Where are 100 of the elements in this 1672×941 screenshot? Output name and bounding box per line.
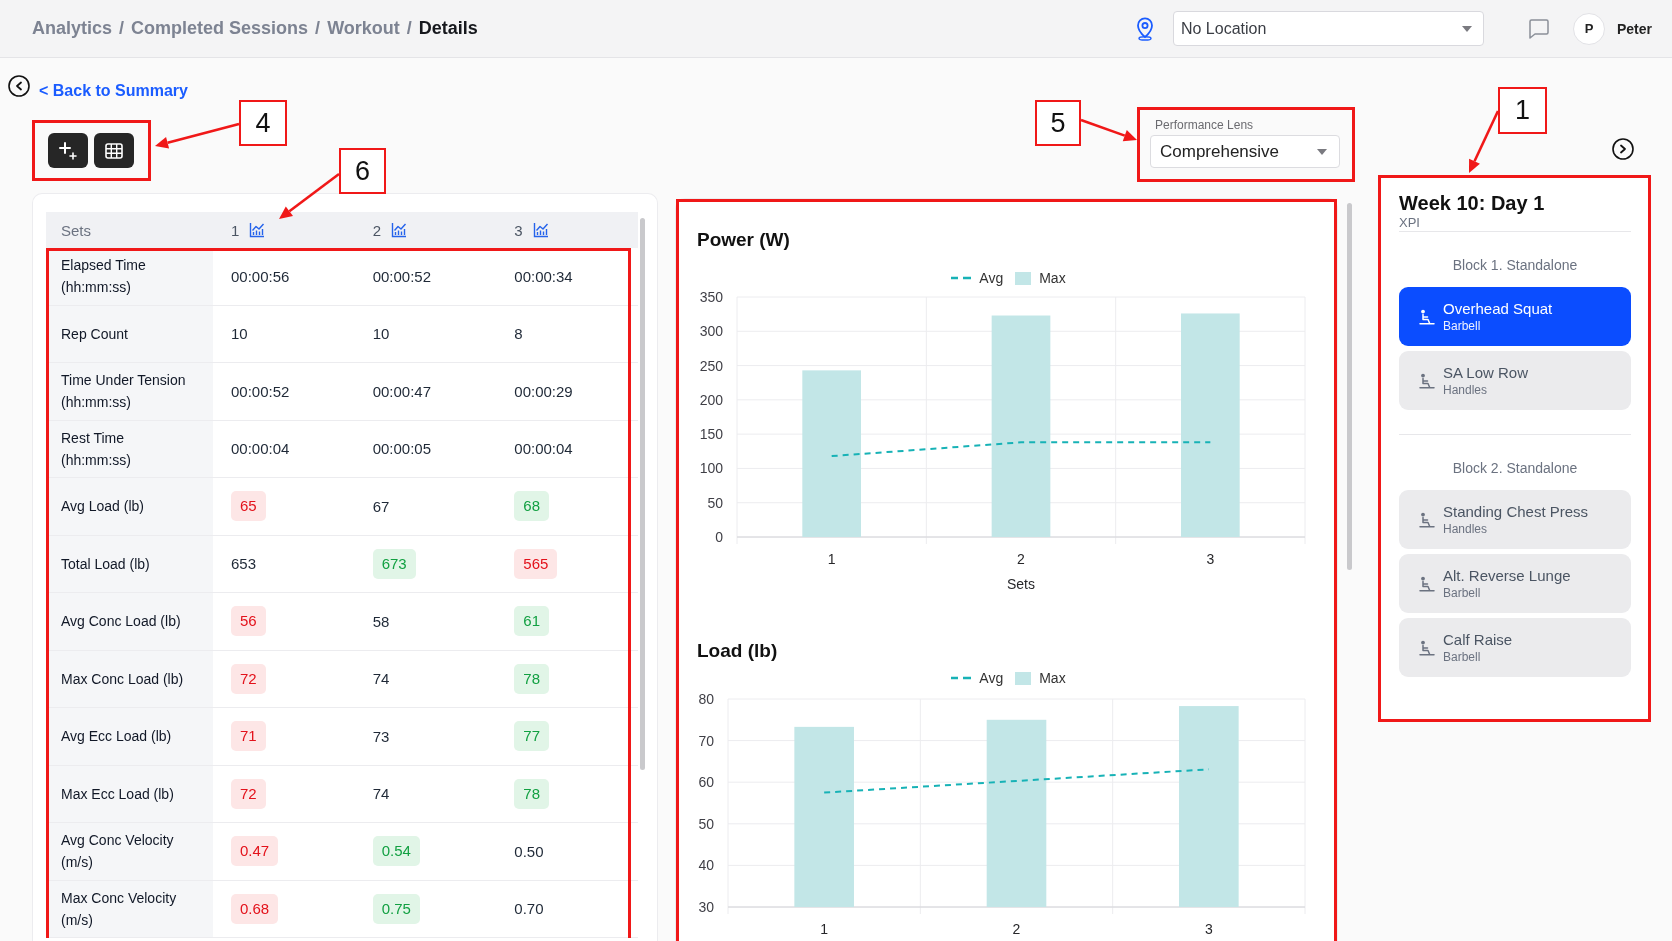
figure-icon — [1419, 639, 1435, 656]
axis-title: Sets — [1007, 576, 1035, 592]
callout-label: 5 — [1035, 100, 1081, 146]
row-header-cell: Rest Time (hh:mm:ss) — [46, 420, 213, 477]
legend-label: Max — [1039, 670, 1066, 686]
high-value-badge: 673 — [372, 548, 416, 579]
avatar[interactable]: P — [1572, 12, 1605, 45]
add-button[interactable] — [48, 133, 88, 168]
low-value-badge: 71 — [231, 721, 266, 752]
breadcrumb-separator: / — [406, 18, 412, 39]
row-header-cell: Avg Conc Load (lb) — [46, 593, 213, 650]
low-value-badge: 72 — [231, 778, 266, 809]
axis-label: 0 — [715, 529, 723, 545]
breadcrumb-separator: / — [315, 18, 321, 39]
table-cell: 00:00:04 — [514, 440, 573, 458]
axis-label: 50 — [707, 494, 723, 511]
table-cell: 00:00:29 — [514, 382, 573, 400]
high-value-badge: 0.54 — [372, 836, 420, 867]
high-value-badge: 78 — [514, 778, 549, 809]
lens-select[interactable]: Comprehensive — [1150, 135, 1340, 168]
scrollbar-thumb[interactable] — [640, 218, 645, 770]
axis-label: 60 — [698, 774, 714, 791]
caret-down-icon — [1461, 25, 1472, 32]
low-value-badge: 65 — [231, 491, 266, 522]
breadcrumb-link[interactable]: Workout — [327, 18, 400, 39]
axis-label: 150 — [699, 426, 723, 443]
caret-down-icon — [1317, 148, 1327, 155]
circle-chevron-right-icon[interactable] — [1612, 138, 1634, 160]
location-select[interactable]: No Location — [1172, 11, 1484, 46]
table-cell: 67 — [372, 497, 390, 515]
axis-label: 3 — [1204, 921, 1213, 937]
chart-title: Power (W) — [697, 228, 790, 252]
circle-chevron-left-icon[interactable] — [8, 75, 30, 97]
row-header-cell: Avg Load (lb) — [46, 478, 213, 535]
axis-label: 2 — [1012, 921, 1021, 937]
breadcrumb-link[interactable]: Analytics — [32, 18, 113, 39]
axis-label: 80 — [698, 692, 714, 707]
table-cell: 0.50 — [514, 842, 544, 860]
workout-subtitle: XPI — [1399, 215, 1421, 231]
callout-label: 6 — [339, 148, 386, 194]
table-cell: 74 — [372, 670, 390, 688]
high-value-badge: 0.75 — [372, 893, 420, 924]
axis-label: 30 — [698, 899, 714, 915]
user-name: Peter — [1616, 20, 1652, 37]
table-cell: 0.70 — [514, 900, 544, 918]
table-cell: 74 — [372, 785, 390, 803]
back-link[interactable]: < Back to Summary — [39, 81, 188, 101]
table-cell: 10 — [231, 325, 248, 343]
axis-label: 1 — [827, 551, 836, 567]
table-cell: 10 — [372, 325, 390, 343]
axis-label: 2 — [1017, 551, 1025, 567]
high-value-badge: 68 — [514, 491, 549, 522]
legend-label: Avg — [979, 270, 1004, 286]
low-value-badge: 72 — [231, 663, 266, 694]
block-title: Block 1. Standalone — [1452, 256, 1578, 274]
workout-title: Week 10: Day 1 — [1399, 191, 1546, 215]
row-header-cell: Max Conc Load (lb) — [46, 650, 213, 707]
table-button[interactable] — [94, 133, 134, 168]
table-cell: 8 — [514, 325, 523, 343]
axis-label: 100 — [699, 460, 723, 477]
callout-label: 1 — [1498, 87, 1547, 134]
scrollbar-thumb[interactable] — [1347, 203, 1352, 570]
axis-label: 70 — [698, 732, 714, 749]
exercise-item[interactable]: SA Low Row Handles — [1399, 351, 1631, 410]
field-label: Performance Lens — [1155, 118, 1255, 132]
table-icon — [105, 141, 123, 160]
chart-icon[interactable] — [532, 222, 549, 238]
exercise-item[interactable]: Alt. Reverse Lunge Barbell — [1399, 554, 1631, 613]
figure-icon — [1419, 372, 1435, 389]
high-value-badge: 61 — [514, 606, 549, 637]
axis-label: 250 — [699, 357, 723, 374]
row-header-cell: Total Load (lb) — [46, 535, 213, 592]
figure-icon — [1419, 511, 1435, 528]
row-header-cell: Time Under Tension (hh:mm:ss) — [46, 363, 213, 420]
column-header: Sets — [61, 221, 91, 239]
chart-icon[interactable] — [391, 222, 407, 238]
low-value-badge: 565 — [514, 548, 558, 579]
low-value-badge: 0.68 — [231, 893, 279, 924]
table-cell: 00:00:34 — [514, 267, 573, 285]
table-cell: 00:00:52 — [372, 267, 432, 285]
axis-label: 40 — [698, 857, 714, 874]
breadcrumb-separator: / — [119, 18, 125, 39]
table-cell: 00:00:05 — [372, 440, 432, 458]
column-header: 2 — [372, 221, 381, 239]
axis-label: 200 — [699, 391, 723, 408]
column-header: 1 — [231, 221, 240, 239]
breadcrumb-current[interactable]: Details — [418, 18, 478, 39]
row-header-cell: Avg Conc Velocity (m/s) — [46, 823, 213, 880]
axis-label: 1 — [820, 921, 829, 937]
axis-label: 3 — [1206, 551, 1215, 567]
figure-icon — [1419, 575, 1435, 592]
exercise-item[interactable]: Calf Raise Barbell — [1399, 618, 1631, 677]
legend-label: Avg — [979, 670, 1004, 686]
exercise-item[interactable]: Overhead Squat Barbell — [1399, 287, 1631, 346]
axis-label: 350 — [699, 290, 723, 305]
chart-icon[interactable] — [249, 222, 266, 238]
breadcrumb-link[interactable]: Completed Sessions — [131, 18, 309, 39]
table-cell: 00:00:52 — [231, 382, 290, 400]
exercise-item[interactable]: Standing Chest Press Handles — [1399, 490, 1631, 549]
low-value-badge: 56 — [231, 606, 266, 637]
